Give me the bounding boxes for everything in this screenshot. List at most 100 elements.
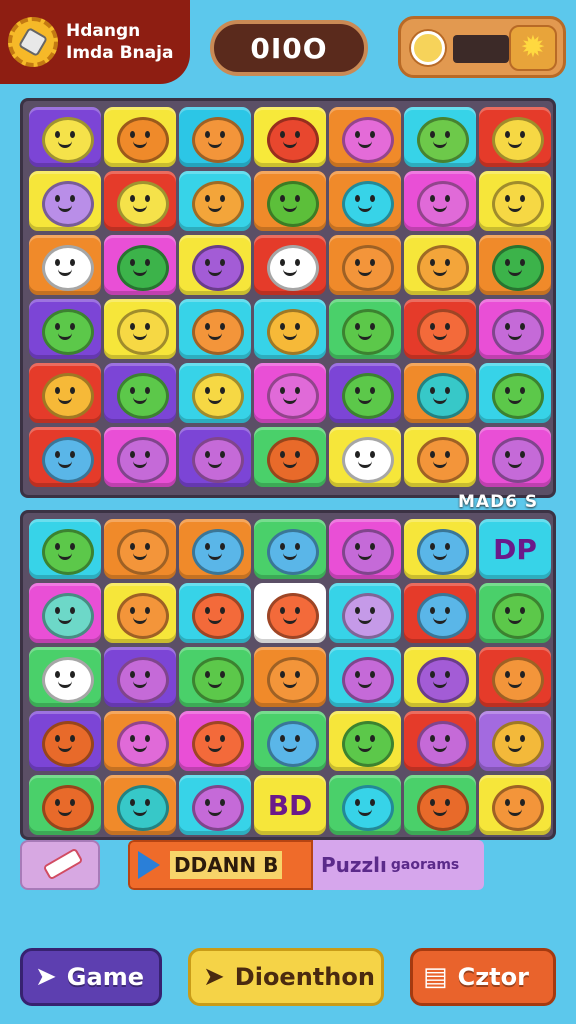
creature-face-icon <box>55 735 75 743</box>
top-tile[interactable] <box>254 171 326 231</box>
top-tile[interactable] <box>29 235 101 295</box>
bottom-tile[interactable]: BD <box>254 775 326 835</box>
bottom-tile[interactable] <box>179 519 251 579</box>
promo-banner[interactable]: DDANN B Puzzlı gaorams <box>128 840 484 890</box>
game-button[interactable]: ➤ Game <box>20 948 162 1006</box>
top-tile[interactable] <box>104 427 176 487</box>
bottom-tile[interactable] <box>479 711 551 771</box>
bottom-tile[interactable] <box>104 711 176 771</box>
top-tile[interactable] <box>479 235 551 295</box>
top-tile[interactable] <box>479 427 551 487</box>
top-tile[interactable] <box>479 171 551 231</box>
creature-mouth-icon <box>508 397 522 404</box>
bottom-tile[interactable] <box>254 583 326 643</box>
bottom-tile[interactable] <box>404 775 476 835</box>
bottom-tile[interactable] <box>329 583 401 643</box>
top-tile[interactable] <box>329 235 401 295</box>
bottom-tile[interactable] <box>479 583 551 643</box>
bottom-tile[interactable]: DP <box>479 519 551 579</box>
top-tile[interactable] <box>254 235 326 295</box>
creature-mouth-icon <box>208 397 222 404</box>
bottom-tile[interactable] <box>404 647 476 707</box>
bottom-tile[interactable] <box>329 775 401 835</box>
eraser-button[interactable] <box>20 840 100 890</box>
top-tile[interactable] <box>404 107 476 167</box>
bottom-tile[interactable] <box>254 647 326 707</box>
creature-mouth-icon <box>58 809 72 816</box>
creature-mouth-icon <box>58 553 72 560</box>
bottom-tile[interactable] <box>179 647 251 707</box>
top-tile[interactable] <box>179 427 251 487</box>
bottom-tile[interactable] <box>104 775 176 835</box>
bottom-tile[interactable] <box>29 775 101 835</box>
direction-button[interactable]: ➤ Dioenthon <box>188 948 384 1006</box>
top-tile[interactable] <box>179 107 251 167</box>
bottom-tile[interactable] <box>179 711 251 771</box>
bottom-tile[interactable] <box>104 519 176 579</box>
top-tile[interactable] <box>29 427 101 487</box>
bottom-tile[interactable] <box>29 583 101 643</box>
bottom-tile[interactable] <box>404 711 476 771</box>
tile-grid-bottom: DP BD <box>27 519 553 835</box>
top-tile[interactable] <box>104 171 176 231</box>
creature-mouth-icon <box>208 553 222 560</box>
bottom-tile[interactable] <box>29 647 101 707</box>
bottom-tile[interactable] <box>254 519 326 579</box>
bottom-tile[interactable] <box>404 583 476 643</box>
creature-mouth-icon <box>433 333 447 340</box>
top-tile[interactable] <box>104 235 176 295</box>
bottom-tile[interactable] <box>404 519 476 579</box>
tile-grid-top <box>27 107 553 487</box>
top-tile[interactable] <box>404 235 476 295</box>
top-tile[interactable] <box>329 107 401 167</box>
bottom-tile[interactable] <box>254 711 326 771</box>
bottom-tile[interactable] <box>179 775 251 835</box>
top-tile[interactable] <box>254 427 326 487</box>
top-tile[interactable] <box>254 107 326 167</box>
top-tile[interactable] <box>104 363 176 423</box>
top-tile[interactable] <box>479 107 551 167</box>
creature-face-icon <box>55 451 75 459</box>
bottom-tile[interactable] <box>179 583 251 643</box>
top-tile[interactable] <box>254 363 326 423</box>
bottom-tile[interactable] <box>329 647 401 707</box>
top-tile[interactable] <box>104 107 176 167</box>
top-tile[interactable] <box>104 299 176 359</box>
top-tile[interactable] <box>179 299 251 359</box>
top-tile[interactable] <box>29 363 101 423</box>
creature-mouth-icon <box>208 205 222 212</box>
gear-icon[interactable] <box>8 17 58 67</box>
top-tile[interactable] <box>179 363 251 423</box>
bottom-tile[interactable] <box>329 711 401 771</box>
top-tile[interactable] <box>329 171 401 231</box>
top-tile[interactable] <box>29 171 101 231</box>
creature-mouth-icon <box>508 269 522 276</box>
top-tile[interactable] <box>479 363 551 423</box>
bottom-tile[interactable] <box>29 711 101 771</box>
top-tile[interactable] <box>29 299 101 359</box>
bottom-tile[interactable] <box>29 519 101 579</box>
top-tile[interactable] <box>479 299 551 359</box>
top-tile[interactable] <box>329 299 401 359</box>
top-tile[interactable] <box>254 299 326 359</box>
top-tile[interactable] <box>329 427 401 487</box>
top-tile[interactable] <box>179 235 251 295</box>
banner-left-text: DDANN B <box>170 851 283 879</box>
creature-face-icon <box>280 735 300 743</box>
bottom-tile[interactable] <box>104 583 176 643</box>
top-tile[interactable] <box>404 171 476 231</box>
top-tile[interactable] <box>29 107 101 167</box>
creature-mouth-icon <box>133 809 147 816</box>
bottom-tile[interactable] <box>479 647 551 707</box>
top-tile[interactable] <box>404 363 476 423</box>
bottom-tile[interactable] <box>104 647 176 707</box>
top-tile[interactable] <box>404 427 476 487</box>
settings-button[interactable]: ✹ <box>509 25 557 71</box>
bottom-tile[interactable] <box>329 519 401 579</box>
creature-face-icon <box>505 607 525 615</box>
top-tile[interactable] <box>179 171 251 231</box>
top-tile[interactable] <box>404 299 476 359</box>
bottom-tile[interactable] <box>479 775 551 835</box>
top-tile[interactable] <box>329 363 401 423</box>
editor-button[interactable]: ▤ Cztor <box>410 948 556 1006</box>
